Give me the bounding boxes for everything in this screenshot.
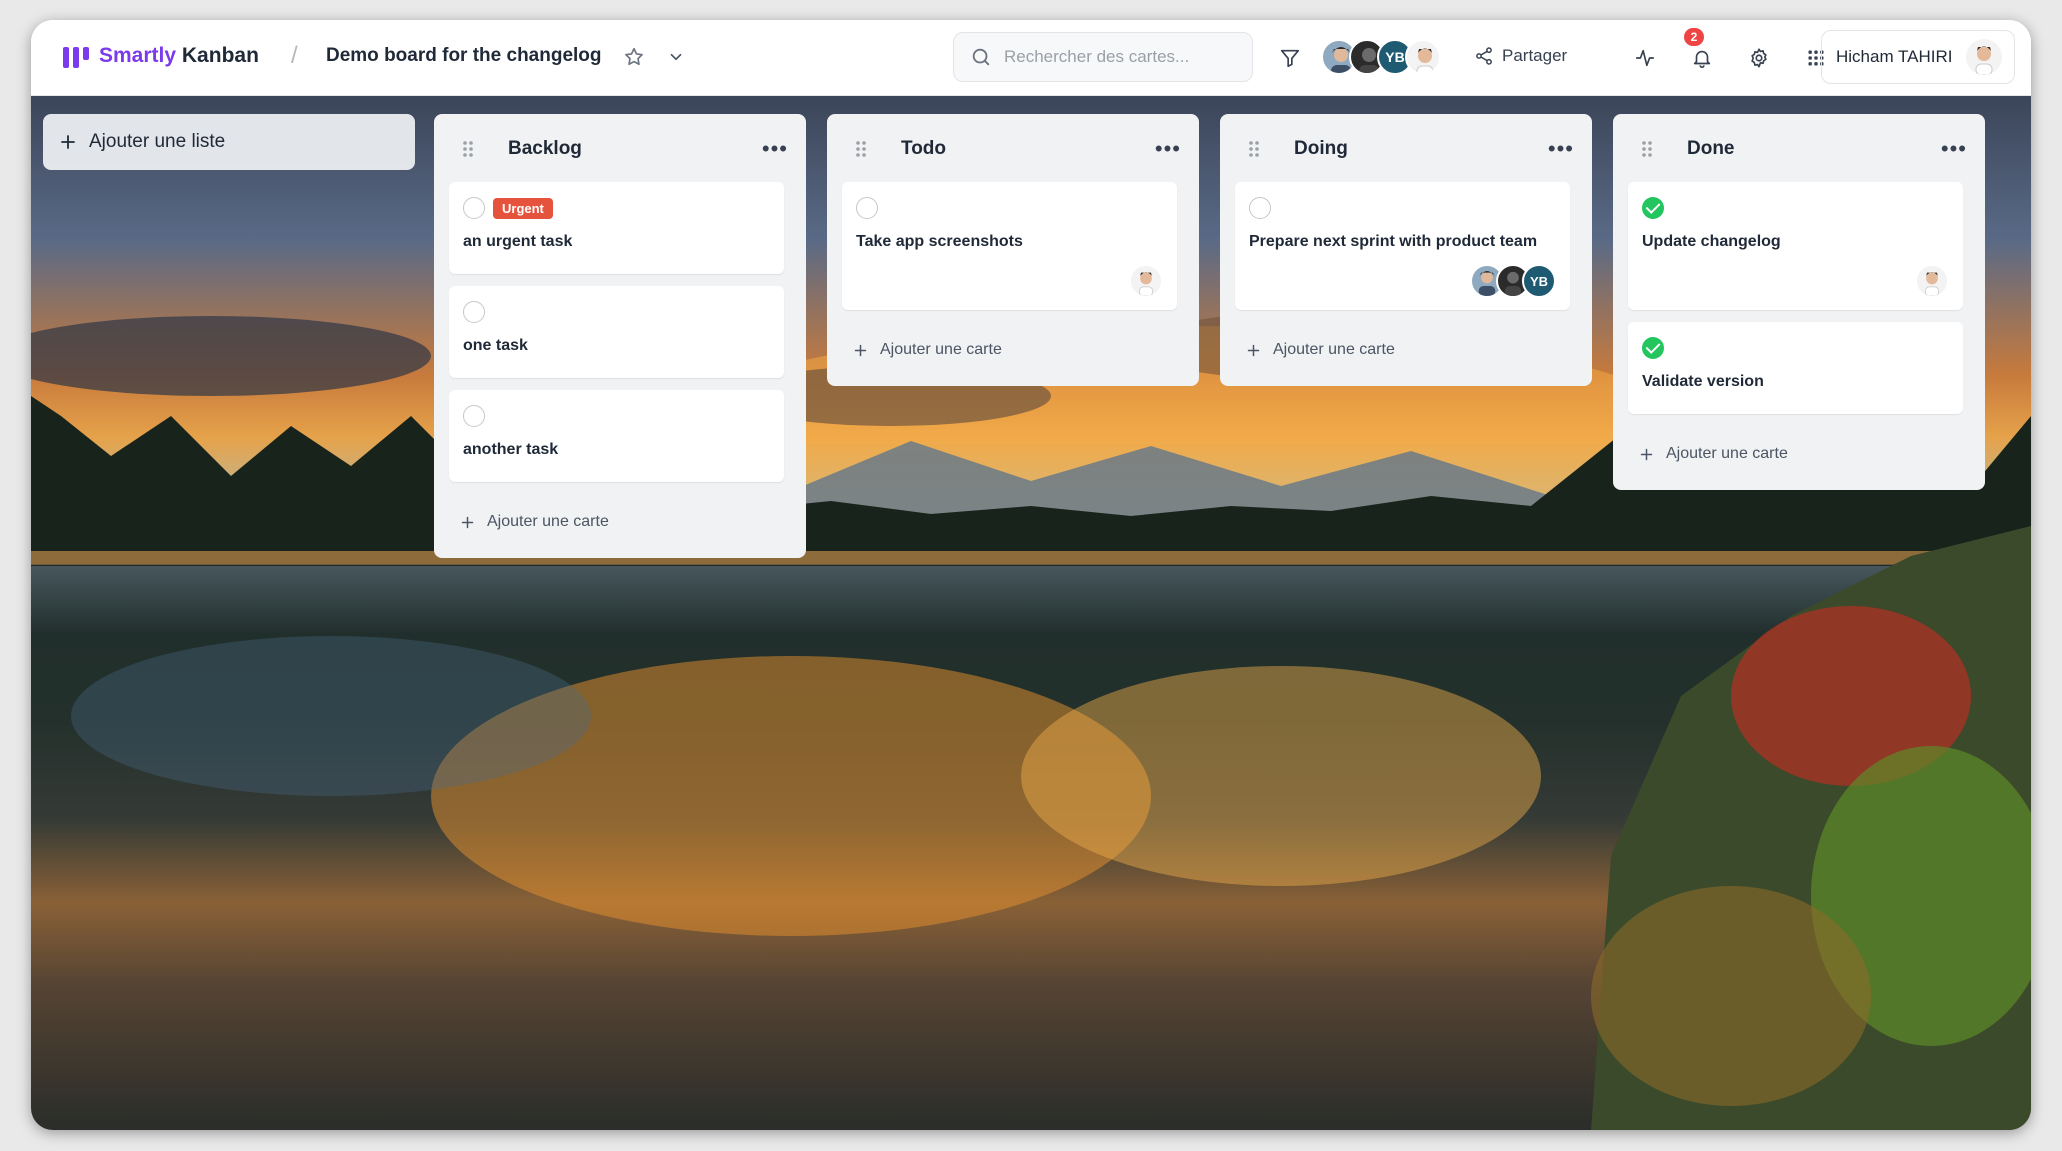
filter-icon[interactable] bbox=[1274, 42, 1306, 74]
list-title[interactable]: Backlog bbox=[508, 138, 582, 160]
user-name: Hicham TAHIRI bbox=[1836, 47, 1953, 66]
board-background: Ajouter une liste Backlog ••• Urgent an … bbox=[31, 96, 2031, 1130]
drag-handle-icon[interactable] bbox=[1641, 140, 1653, 158]
bell-icon[interactable] bbox=[1686, 42, 1718, 74]
share-icon bbox=[1476, 47, 1492, 65]
user-avatar bbox=[1966, 39, 2002, 75]
share-label: Partager bbox=[1502, 46, 1568, 65]
member-avatar[interactable] bbox=[1405, 39, 1441, 75]
member-avatar[interactable] bbox=[1915, 264, 1949, 298]
add-card-label: Ajouter une carte bbox=[1273, 341, 1395, 358]
list-doing: Doing ••• Prepare next sprint with produ… bbox=[1220, 114, 1592, 386]
app-window: Smartly Kanban / Demo board for the chan… bbox=[31, 20, 2031, 1130]
list-title[interactable]: Todo bbox=[901, 138, 946, 160]
logo-icon[interactable] bbox=[63, 47, 89, 68]
member-avatar-yb[interactable]: YB bbox=[1522, 264, 1556, 298]
search-icon bbox=[972, 48, 990, 66]
card-title: Update changelog bbox=[1642, 233, 1781, 250]
search-input[interactable] bbox=[1004, 47, 1224, 67]
card-members: YB bbox=[1470, 264, 1556, 298]
card-checkbox[interactable] bbox=[463, 301, 485, 323]
board-title[interactable]: Demo board for the changelog bbox=[326, 45, 602, 67]
plus-icon bbox=[461, 516, 474, 528]
chevron-down-icon[interactable] bbox=[661, 42, 691, 72]
card[interactable]: Update changelog bbox=[1628, 182, 1963, 310]
list-title[interactable]: Doing bbox=[1294, 138, 1348, 160]
card[interactable]: Urgent an urgent task bbox=[449, 182, 784, 274]
card-title: Validate version bbox=[1642, 373, 1764, 390]
card[interactable]: Take app screenshots bbox=[842, 182, 1177, 310]
card-title: one task bbox=[463, 337, 528, 354]
breadcrumb-separator: / bbox=[291, 42, 298, 69]
user-menu[interactable]: Hicham TAHIRI bbox=[1821, 30, 2015, 84]
more-options-icon[interactable]: ••• bbox=[762, 136, 788, 162]
card-checkbox[interactable] bbox=[463, 197, 485, 219]
card-checkbox[interactable] bbox=[1249, 197, 1271, 219]
list-todo: Todo ••• Take app screenshots Ajouter un… bbox=[827, 114, 1199, 386]
more-options-icon[interactable]: ••• bbox=[1548, 136, 1574, 162]
add-card-label: Ajouter une carte bbox=[1666, 445, 1788, 462]
drag-handle-icon[interactable] bbox=[462, 140, 474, 158]
card[interactable]: Validate version bbox=[1628, 322, 1963, 414]
member-avatar[interactable] bbox=[1129, 264, 1163, 298]
card-checkbox-checked[interactable] bbox=[1642, 197, 1664, 219]
add-card-label: Ajouter une carte bbox=[880, 341, 1002, 358]
card[interactable]: Prepare next sprint with product team YB bbox=[1235, 182, 1570, 310]
card-checkbox-checked[interactable] bbox=[1642, 337, 1664, 359]
brand-name-part2: Kanban bbox=[181, 44, 259, 67]
more-options-icon[interactable]: ••• bbox=[1941, 136, 1967, 162]
more-options-icon[interactable]: ••• bbox=[1155, 136, 1181, 162]
plus-icon bbox=[61, 135, 75, 149]
list-backlog: Backlog ••• Urgent an urgent task one ta… bbox=[434, 114, 806, 558]
add-card-button[interactable]: Ajouter une carte bbox=[827, 322, 1199, 378]
add-card-button[interactable]: Ajouter une carte bbox=[1220, 322, 1592, 378]
card[interactable]: one task bbox=[449, 286, 784, 378]
add-card-button[interactable]: Ajouter une carte bbox=[434, 494, 806, 550]
card-title: another task bbox=[463, 441, 559, 458]
list-done: Done ••• Update changelog Validate versi… bbox=[1613, 114, 1985, 490]
card-title: Prepare next sprint with product team bbox=[1249, 233, 1538, 250]
drag-handle-icon[interactable] bbox=[855, 140, 867, 158]
search-box[interactable] bbox=[953, 32, 1253, 82]
plus-icon bbox=[854, 344, 867, 356]
add-card-label: Ajouter une carte bbox=[487, 513, 609, 530]
plus-icon bbox=[1640, 448, 1653, 460]
add-list-button[interactable]: Ajouter une liste bbox=[43, 114, 415, 170]
card-checkbox[interactable] bbox=[463, 405, 485, 427]
card-members bbox=[1129, 264, 1163, 298]
star-icon[interactable] bbox=[619, 42, 649, 72]
drag-handle-icon[interactable] bbox=[1248, 140, 1260, 158]
card-checkbox[interactable] bbox=[856, 197, 878, 219]
plus-icon bbox=[1247, 344, 1260, 356]
card-label-urgent: Urgent bbox=[493, 197, 553, 219]
list-title[interactable]: Done bbox=[1687, 138, 1735, 160]
card[interactable]: another task bbox=[449, 390, 784, 482]
top-bar: Smartly Kanban / Demo board for the chan… bbox=[31, 20, 2031, 96]
gear-icon[interactable] bbox=[1743, 42, 1775, 74]
card-members bbox=[1915, 264, 1949, 298]
brand-name-part1: Smartly bbox=[99, 44, 177, 67]
brand-name[interactable]: Smartly Kanban bbox=[99, 44, 259, 68]
notification-badge: 2 bbox=[1684, 28, 1704, 46]
activity-icon[interactable] bbox=[1629, 42, 1661, 74]
card-title: Take app screenshots bbox=[856, 233, 1023, 250]
card-title: an urgent task bbox=[463, 233, 573, 250]
add-card-button[interactable]: Ajouter une carte bbox=[1613, 426, 1985, 482]
share-button[interactable]: Partager bbox=[1474, 46, 1567, 66]
add-list-label: Ajouter une liste bbox=[89, 131, 226, 152]
